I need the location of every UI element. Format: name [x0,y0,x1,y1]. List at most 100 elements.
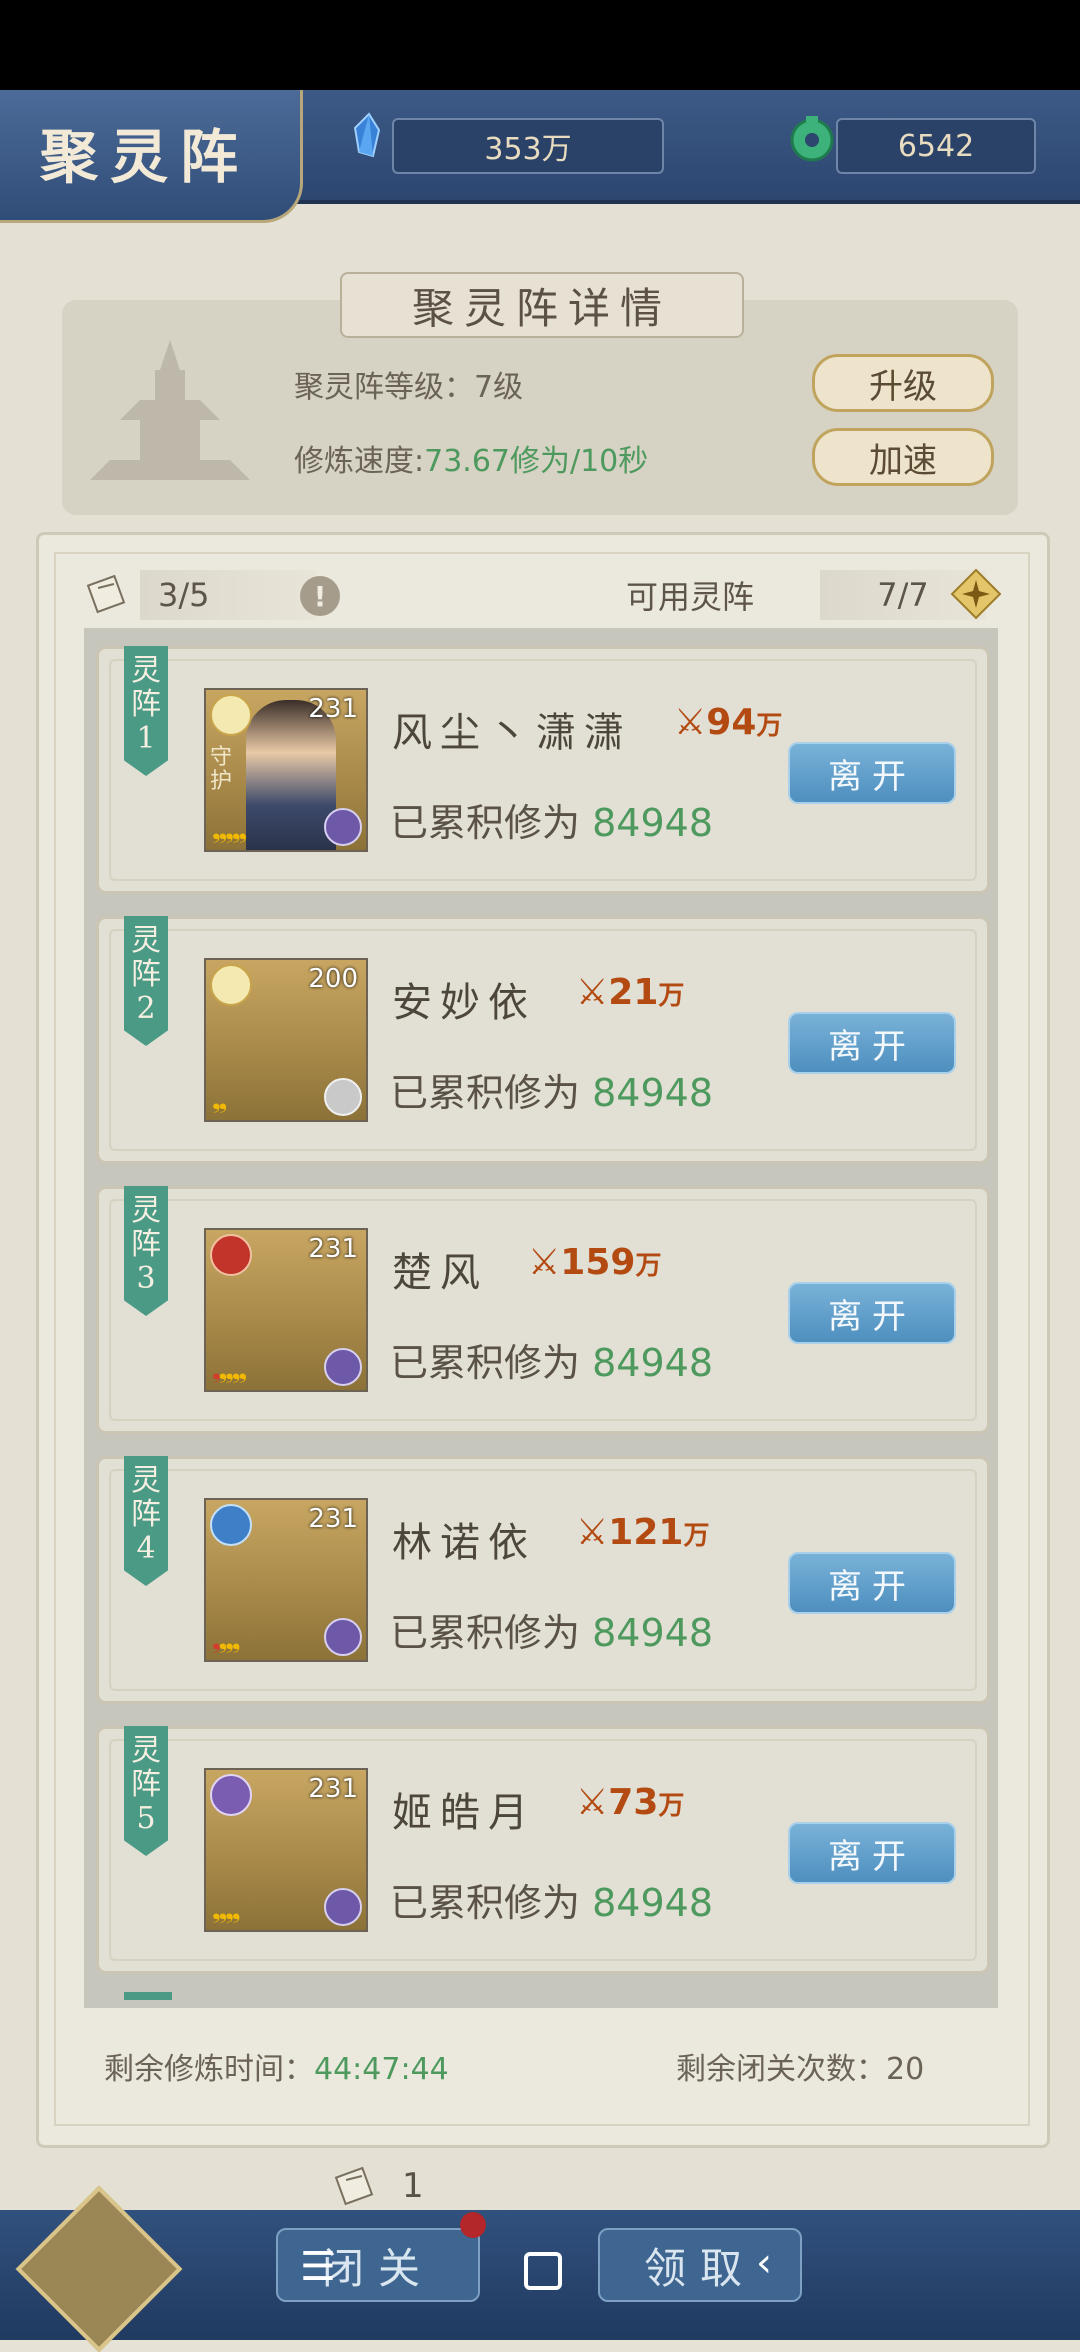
power-value: 121 [608,1512,684,1553]
power-icon: ⚔ [576,1512,609,1553]
class-badge-icon [324,1348,362,1386]
slot-ribbon: 灵阵3 [124,1186,168,1316]
add-array-icon[interactable] [950,568,1002,624]
back-icon[interactable]: ‹ [756,2240,772,2286]
detail-title: 聚灵阵详情 [340,272,744,338]
available-label: 可用灵阵 [626,578,755,616]
star-drops: ❟❟❟❟ [212,1629,240,1654]
leave-button[interactable]: 离开 [788,1822,956,1884]
slot-ribbon: 灵阵5 [124,1726,168,1856]
accumulated-cultivation: 已累积修为 84948 [390,1332,713,1387]
leave-button[interactable]: 离开 [788,1282,956,1344]
pagoda-icon [80,330,260,490]
power-unit: 万 [658,1791,685,1821]
remaining-closures: 剩余闭关次数：20 [676,2052,925,2087]
guard-tag: 守护 [210,745,233,794]
character-name: 楚风 [392,1250,488,1296]
power-value: 21 [608,972,659,1013]
slot-ribbon: 灵阵4 [124,1456,168,1586]
speedup-button[interactable]: 加速 [812,428,994,486]
character-avatar[interactable]: 200 ❟❟ [204,958,368,1122]
accum-value: 84948 [592,1071,713,1115]
wind-element-icon [210,1504,252,1546]
power-icon: ⚔ [576,972,609,1013]
class-badge-icon [324,1078,362,1116]
leave-button[interactable]: 离开 [788,742,956,804]
character-avatar[interactable]: 231 ❟❟❟❟ [204,1498,368,1662]
avatar-level: 231 [308,1504,358,1534]
jade-amount: 6542 [836,118,1036,174]
character-name: 风尘丶潇潇 [392,710,632,756]
void-element-icon [210,1774,252,1816]
avatar-level: 231 [308,694,358,724]
star-drops: ❟❟❟❟ [212,1899,240,1924]
leave-button[interactable]: 离开 [788,1552,956,1614]
array-level: 聚灵阵等级：7级 [294,370,524,405]
power-unit: 万 [658,981,685,1011]
crystal-amount: 353万 [392,118,664,174]
character-avatar[interactable]: 231 ❟❟❟❟ [204,1768,368,1932]
accumulated-cultivation: 已累积修为 84948 [390,1062,713,1117]
status-bar [0,0,1080,90]
character-name: 林诺依 [392,1520,536,1566]
next-slot-ribbon [124,1992,172,2000]
power-unit: 万 [635,1251,662,1281]
occupied-value: 3/5 [158,576,210,614]
avatar-level: 231 [308,1234,358,1264]
home-icon[interactable] [524,2252,562,2290]
character-name: 安妙依 [392,980,536,1026]
notification-dot [460,2212,486,2238]
cultivation-speed: 修炼速度:73.67修为/10秒 [294,436,648,480]
accum-value: 84948 [592,1341,713,1385]
available-value: 7/7 [877,576,929,614]
leave-button[interactable]: 离开 [788,1012,956,1074]
slot-ribbon: 灵阵2 [124,916,168,1046]
accum-label: 已累积修为 [390,1341,581,1385]
jade-value: 6542 [897,128,975,164]
info-icon[interactable]: ! [300,576,340,616]
accum-value: 84948 [592,1881,713,1925]
speed-value: 73.67修为/10秒 [424,444,649,479]
accum-label: 已累积修为 [390,1881,581,1925]
power-icon: ⚔ [674,702,707,743]
combat-power: ⚔121万 [576,1512,709,1553]
character-avatar[interactable]: 231 守护 ❟❟❟❟❟ [204,688,368,852]
speed-label: 修炼速度: [294,444,425,479]
remaining-time: 剩余修炼时间：44:47:44 [104,2044,449,2088]
star-drops: ❟❟❟❟❟ [212,1359,247,1384]
star-drops: ❟❟ [212,1089,227,1114]
combat-power: ⚔159万 [528,1242,661,1283]
accumulated-cultivation: 已累积修为 84948 [390,792,713,847]
combat-power: ⚔94万 [674,702,782,743]
jade-coin-icon [788,114,836,166]
scroll-item-icon [332,2164,376,2212]
class-badge-icon [324,808,362,846]
class-badge-icon [324,1618,362,1656]
accumulated-cultivation: 已累积修为 84948 [390,1872,713,1927]
crystal-icon [345,112,393,164]
time-value: 44:47:44 [314,2052,449,2087]
time-label: 剩余修炼时间： [104,2052,314,2087]
star-drops: ❟❟❟❟❟ [212,819,247,844]
power-value: 94 [706,702,757,743]
accum-value: 84948 [592,801,713,845]
power-icon: ⚔ [528,1242,561,1283]
scroll-icon [84,572,128,620]
accum-label: 已累积修为 [390,1611,581,1655]
class-badge-icon [324,1888,362,1926]
upgrade-button[interactable]: 升级 [812,354,994,412]
crystal-value: 353万 [484,132,572,167]
power-unit: 万 [756,711,783,741]
light-element-icon [210,694,252,736]
accum-label: 已累积修为 [390,801,581,845]
avatar-level: 200 [308,964,358,994]
avatar-level: 231 [308,1774,358,1804]
character-avatar[interactable]: 231 ❟❟❟❟❟ [204,1228,368,1392]
power-unit: 万 [683,1521,710,1551]
accum-value: 84948 [592,1611,713,1655]
menu-icon[interactable]: ☰ [300,2244,336,2290]
combat-power: ⚔21万 [576,972,684,1013]
light-element-icon [210,964,252,1006]
character-name: 姬皓月 [392,1790,536,1836]
accum-label: 已累积修为 [390,1071,581,1115]
